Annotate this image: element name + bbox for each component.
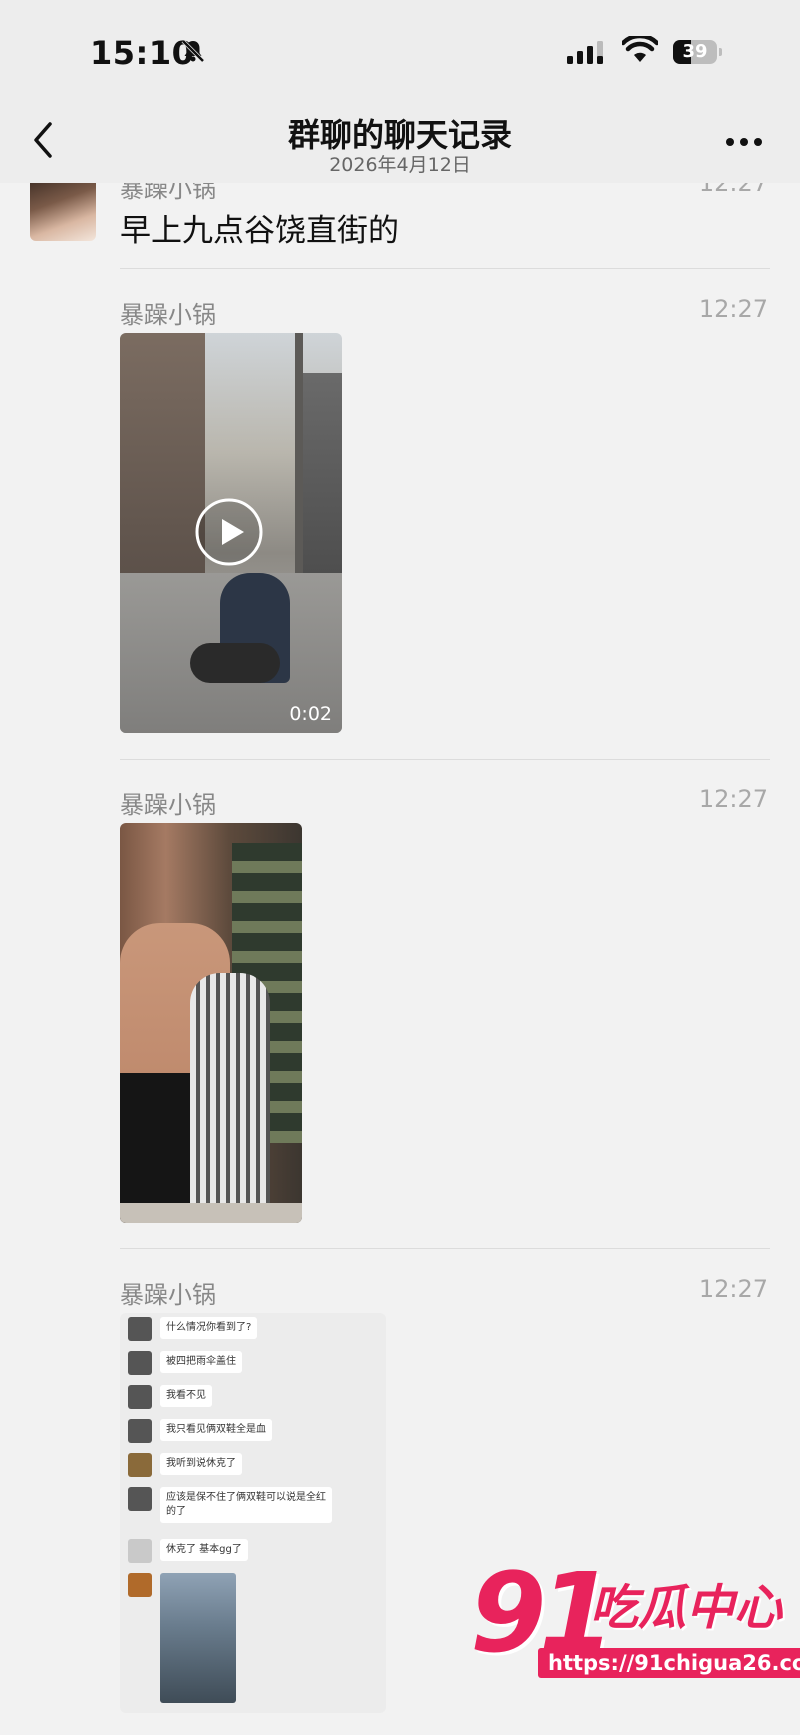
avatar <box>128 1487 152 1511</box>
screenshot-image-message[interactable]: 什么情况你看到了? 被四把雨伞盖住 我看不见 我只看见俩双鞋全是血 我听到说休克… <box>120 1313 386 1713</box>
screenshot-bubble: 休克了 基本gg了 <box>160 1539 248 1561</box>
screenshot-bubble: 什么情况你看到了? <box>160 1317 258 1339</box>
wifi-icon <box>622 36 658 62</box>
divider <box>120 759 770 760</box>
more-options-icon[interactable] <box>724 136 764 148</box>
avatar <box>128 1385 152 1409</box>
play-icon[interactable] <box>194 497 264 567</box>
screenshot-photo <box>160 1573 236 1703</box>
watermark-url: https://91chigua26.com <box>538 1648 800 1678</box>
image-message[interactable] <box>120 823 302 1223</box>
status-bar: 15:10 39 <box>0 0 800 100</box>
message-time: 12:27 <box>698 295 768 323</box>
avatar[interactable] <box>30 183 96 241</box>
screenshot-bubble: 我看不见 <box>160 1385 212 1407</box>
avatar <box>128 1317 152 1341</box>
battery-level: 39 <box>682 41 708 62</box>
screenshot-bubble: 我听到说休克了 <box>160 1453 242 1475</box>
cellular-signal-icon <box>567 41 603 64</box>
watermark-logo: 91 吃瓜中心 https://91chigua26.com <box>470 1558 800 1708</box>
video-duration: 0:02 <box>289 703 332 725</box>
sender-name: 暴躁小锅 <box>120 183 216 203</box>
status-time: 15:10 <box>90 34 195 72</box>
avatar <box>128 1539 152 1563</box>
screenshot-bubble: 我只看见俩双鞋全是血 <box>160 1419 272 1441</box>
message-time: 12:27 <box>698 183 768 197</box>
sender-name: 暴躁小锅 <box>120 301 216 329</box>
avatar <box>128 1419 152 1443</box>
divider <box>120 1248 770 1249</box>
screenshot-bubble: 被四把雨伞盖住 <box>160 1351 242 1373</box>
watermark-name: 吃瓜中心 <box>590 1580 783 1636</box>
screenshot-bubble: 应该是保不住了俩双鞋可以说是全红的了 <box>160 1487 332 1523</box>
bell-muted-icon <box>181 39 205 63</box>
avatar <box>128 1573 152 1597</box>
navigation-bar: 群聊的聊天记录 2026年4月12日 <box>0 100 800 183</box>
battery-icon: 39 <box>673 40 723 64</box>
message-text: 早上九点谷饶直街的 <box>120 213 399 249</box>
divider <box>120 268 770 269</box>
message-time: 12:27 <box>698 1275 768 1303</box>
sender-name: 暴躁小锅 <box>120 791 216 819</box>
chat-history-list[interactable]: 暴躁小锅 12:27 早上九点谷饶直街的 暴躁小锅 12:27 0:02 暴躁小… <box>0 183 800 1735</box>
message-time: 12:27 <box>698 785 768 813</box>
page-date: 2026年4月12日 <box>329 154 471 176</box>
avatar <box>128 1453 152 1477</box>
video-message[interactable]: 0:02 <box>120 333 342 733</box>
avatar <box>128 1351 152 1375</box>
sender-name: 暴躁小锅 <box>120 1281 216 1309</box>
